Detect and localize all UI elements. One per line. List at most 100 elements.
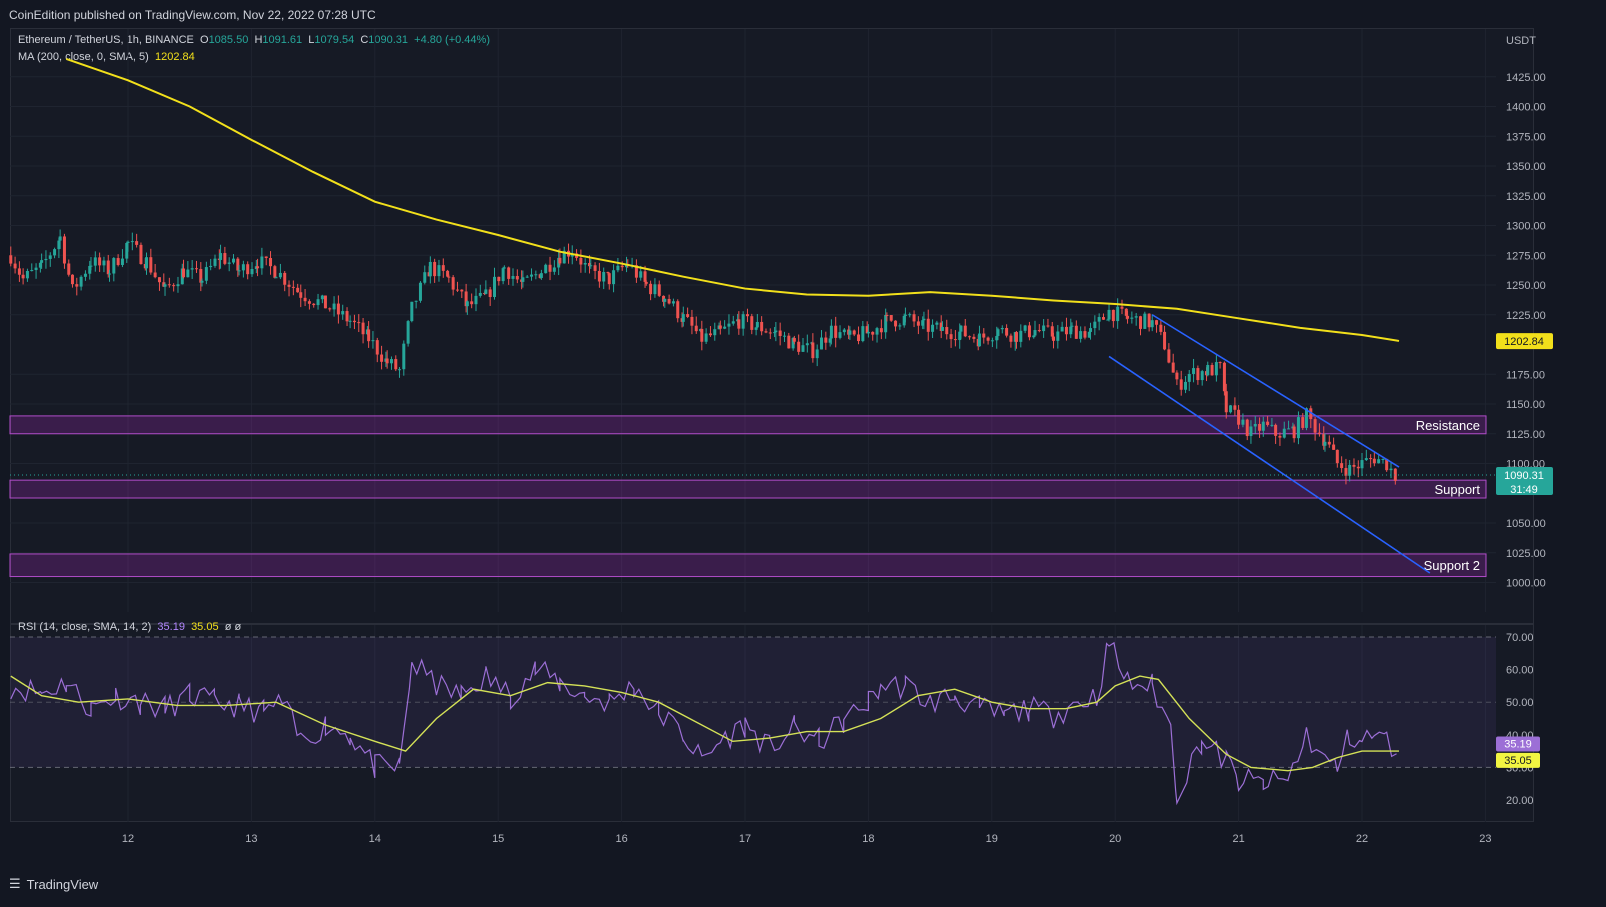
zone-support [9,479,1487,499]
candle-body [269,257,273,267]
y-tick-label: 1325.00 [1506,191,1546,203]
candle-body [857,334,861,342]
x-tick-label: 13 [245,833,257,845]
candle-body [1200,371,1204,381]
candle-body [657,284,661,296]
candle-body [1064,326,1068,335]
candle-body [107,273,111,275]
candle-body [912,314,916,322]
candle-body [977,333,981,347]
candle-body [307,301,311,304]
candle-body [676,301,680,319]
candle-body [278,272,282,278]
candle-body [167,284,171,286]
candle-body [1372,458,1376,464]
candle-body [597,270,601,282]
candle-body [89,265,93,267]
rsi-value-label: 35.19 [1504,738,1532,750]
y-tick-label: 1175.00 [1506,369,1545,381]
candle-body [135,241,139,245]
candle-body [829,325,833,339]
candle-body [414,300,418,302]
candle-body [612,270,616,285]
candle-body [186,269,190,278]
candle-body [792,338,796,342]
candle-body [102,260,106,266]
candle-body [1313,419,1317,433]
candle-body [750,316,754,330]
candle-body [643,271,647,282]
candle-body [894,320,898,327]
candle-body [1274,424,1278,436]
candle-body [303,297,307,302]
candle-body [1070,325,1074,327]
price-label: 1090.31 [1504,470,1544,482]
candle-body [460,289,464,292]
candle-body [9,255,13,264]
y-tick-label: 1125.00 [1506,429,1545,441]
candle-body [341,311,345,315]
candle-body [1052,336,1055,341]
candle-body [1184,381,1188,390]
candle-body [70,274,74,285]
candle-body [1120,306,1124,309]
rsi-tick-label: 20.00 [1506,795,1534,807]
candle-body [940,327,944,331]
candle-body [1171,362,1175,373]
candle-body [182,268,186,278]
y-tick-label: 1250.00 [1506,280,1546,292]
candle-body [1167,349,1171,363]
candle-body [737,319,741,329]
candle-body [58,236,62,241]
y-tick-label: 1025.00 [1506,548,1546,560]
candle-body [274,277,278,279]
candle-body [348,320,352,322]
candle-body [98,257,102,266]
candle-body [1009,335,1013,342]
candle-body [1046,325,1050,327]
candle-body [79,276,83,287]
candle-body [879,328,883,333]
candle-body [478,292,482,296]
candle-body [204,267,208,281]
candle-body [782,335,786,337]
x-tick-label: 21 [1232,833,1244,845]
candle-body [708,333,712,336]
candle-body [1138,316,1142,329]
candle-body [885,314,889,316]
candle-body [1155,320,1159,325]
candle-body [291,286,295,288]
candle-body [332,303,336,310]
candle-body [852,330,856,335]
candle-body [671,301,675,304]
candle-body [120,258,124,265]
candle-body [1249,426,1253,437]
candle-body [797,341,801,352]
candle-body [423,272,427,283]
candle-body [663,298,667,302]
candle-body [1027,325,1031,338]
candle-body [589,265,593,267]
candle-body [1261,421,1265,431]
candle-body [515,276,519,280]
tradingview-brand[interactable]: ☰ TradingView [9,876,98,892]
candle-body [433,261,437,277]
candle-body [1147,313,1151,328]
candle-body [764,331,768,333]
candle-body [130,241,134,243]
candle-body [361,322,365,335]
zone-support-2 [9,553,1487,578]
candle-body [474,295,478,305]
candle-body [760,321,764,332]
candle-body [1282,428,1286,438]
candle-body [1019,330,1023,342]
candle-body [213,258,217,266]
candle-body [755,321,759,328]
candle-body [1023,325,1027,331]
candle-body [1292,426,1296,439]
candle-body [437,265,441,277]
rsi-tick-label: 70.00 [1506,632,1534,644]
candle-body [264,256,268,258]
candle-body [296,287,300,293]
candle-body [380,354,384,362]
